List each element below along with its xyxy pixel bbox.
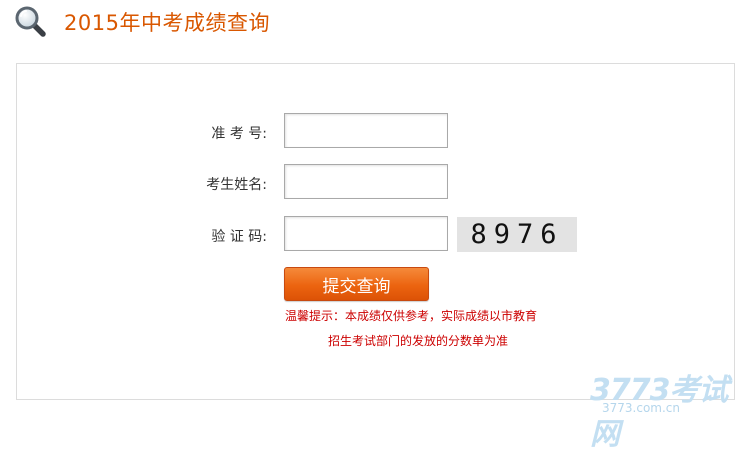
page-header: 2015年中考成绩查询 [14,4,270,40]
captcha-code: 8976 [470,219,564,250]
student-name-input[interactable] [284,164,448,199]
search-icon [14,5,48,39]
page-title: 2015年中考成绩查询 [64,11,270,35]
tip-line-2: 招生考试部门的发放的分数单为准 [328,334,509,348]
student-name-label: 考生姓名: [206,177,267,193]
captcha-label: 验 证 码: [211,229,267,245]
captcha-input[interactable] [284,216,448,251]
exam-number-label: 准 考 号: [211,126,267,142]
query-form-panel: 准 考 号: 考生姓名: 验 证 码: 8976 提交查询 温馨提示：本成绩仅供… [16,63,735,400]
submit-query-button[interactable]: 提交查询 [284,267,429,301]
tip-line-1: 温馨提示：本成绩仅供参考，实际成绩以市教育 [285,309,538,323]
exam-number-input[interactable] [284,113,448,148]
watermark-url: 3773.com.cn [602,401,680,415]
captcha-image[interactable]: 8976 [457,217,577,252]
site-watermark-logo: 3773考试网 3773.com.cn [580,365,740,452]
